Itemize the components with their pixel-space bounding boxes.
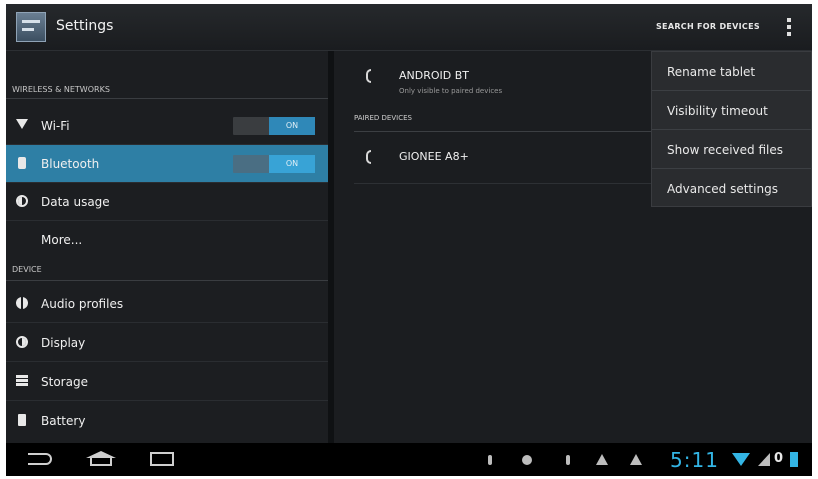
home-icon[interactable] (86, 451, 116, 467)
tablet-screen: Settings SEARCH FOR DEVICES WIRELESS & N… (6, 4, 812, 476)
audio-profiles-icon (16, 297, 28, 309)
wifi-signal-icon (732, 453, 750, 466)
bluetooth-toggle[interactable]: ON (233, 155, 315, 173)
storage-icon (16, 375, 28, 387)
toggle-state: ON (269, 155, 315, 173)
android-debug-icon (522, 455, 532, 465)
warning-icon (596, 454, 608, 465)
settings-list: WIRELESS & NETWORKS Wi-Fi ON Bluetooth O… (6, 51, 328, 443)
toggle-state: ON (269, 117, 315, 135)
phone-icon (366, 69, 380, 83)
sidebar-item-more[interactable]: More... (6, 221, 328, 259)
sidebar-item-label: Data usage (41, 195, 110, 209)
sidebar-item-bluetooth[interactable]: Bluetooth ON (6, 145, 328, 183)
page-title: Settings (56, 18, 114, 34)
paired-devices-header: PAIRED DEVICES (354, 114, 654, 132)
sidebar-item-label: Display (41, 336, 86, 350)
battery-status-icon (790, 452, 798, 467)
wifi-toggle[interactable]: ON (233, 117, 315, 135)
sidebar-item-label: Wi-Fi (41, 119, 70, 133)
sidebar-item-label: More... (41, 233, 83, 247)
sidebar-item-display[interactable]: Display (6, 324, 328, 362)
menu-item-advanced-settings[interactable]: Advanced settings (652, 169, 811, 208)
bluetooth-icon (18, 157, 26, 169)
display-icon (16, 336, 28, 348)
recent-apps-icon[interactable] (150, 452, 174, 466)
warning-icon (630, 454, 642, 465)
usb-icon (488, 455, 492, 465)
sidebar-item-data-usage[interactable]: Data usage (6, 183, 328, 221)
sidebar-item-storage[interactable]: Storage (6, 363, 328, 401)
device-visibility-status: Only visible to paired devices (399, 87, 503, 95)
overflow-menu-icon[interactable] (786, 18, 792, 38)
search-for-devices-button[interactable]: SEARCH FOR DEVICES (656, 22, 760, 31)
battery-icon (18, 414, 26, 426)
paired-devices-label: PAIRED DEVICES (354, 114, 412, 122)
sidebar-item-label: Storage (41, 375, 88, 389)
overflow-menu: Rename tablet Visibility timeout Show re… (651, 51, 812, 207)
menu-item-rename-tablet[interactable]: Rename tablet (652, 52, 811, 91)
sidebar-item-wifi[interactable]: Wi-Fi ON (6, 107, 328, 145)
paired-device-name: GIONEE A8+ (399, 150, 469, 163)
sidebar-item-label: Audio profiles (41, 297, 124, 311)
device-name: ANDROID BT (399, 69, 470, 82)
section-header-wireless: WIRELESS & NETWORKS (6, 79, 328, 99)
signal-count: 0 (774, 451, 784, 466)
divider (354, 183, 654, 184)
back-icon[interactable] (28, 453, 52, 465)
system-nav-bar: 5:11 0 (6, 443, 812, 476)
action-bar: Settings SEARCH FOR DEVICES (6, 4, 812, 51)
settings-app-icon[interactable] (16, 12, 46, 42)
sidebar-item-label: Battery (41, 414, 86, 428)
wifi-icon (16, 119, 28, 131)
data-usage-icon (16, 195, 28, 207)
section-header-device: DEVICE (6, 261, 328, 281)
menu-item-show-received-files[interactable]: Show received files (652, 130, 811, 169)
sidebar-item-audio-profiles[interactable]: Audio profiles (6, 285, 328, 323)
clock[interactable]: 5:11 (670, 448, 719, 472)
phone-icon (366, 150, 380, 164)
cell-signal-icon (758, 453, 770, 466)
sidebar-item-battery[interactable]: Battery (6, 402, 328, 440)
paired-device-row[interactable]: GIONEE A8+ (354, 137, 654, 177)
this-device-row[interactable]: ANDROID BT Only visible to paired device… (354, 57, 654, 107)
sidebar-item-label: Bluetooth (41, 157, 100, 171)
usb-icon (566, 455, 570, 465)
menu-item-visibility-timeout[interactable]: Visibility timeout (652, 91, 811, 130)
